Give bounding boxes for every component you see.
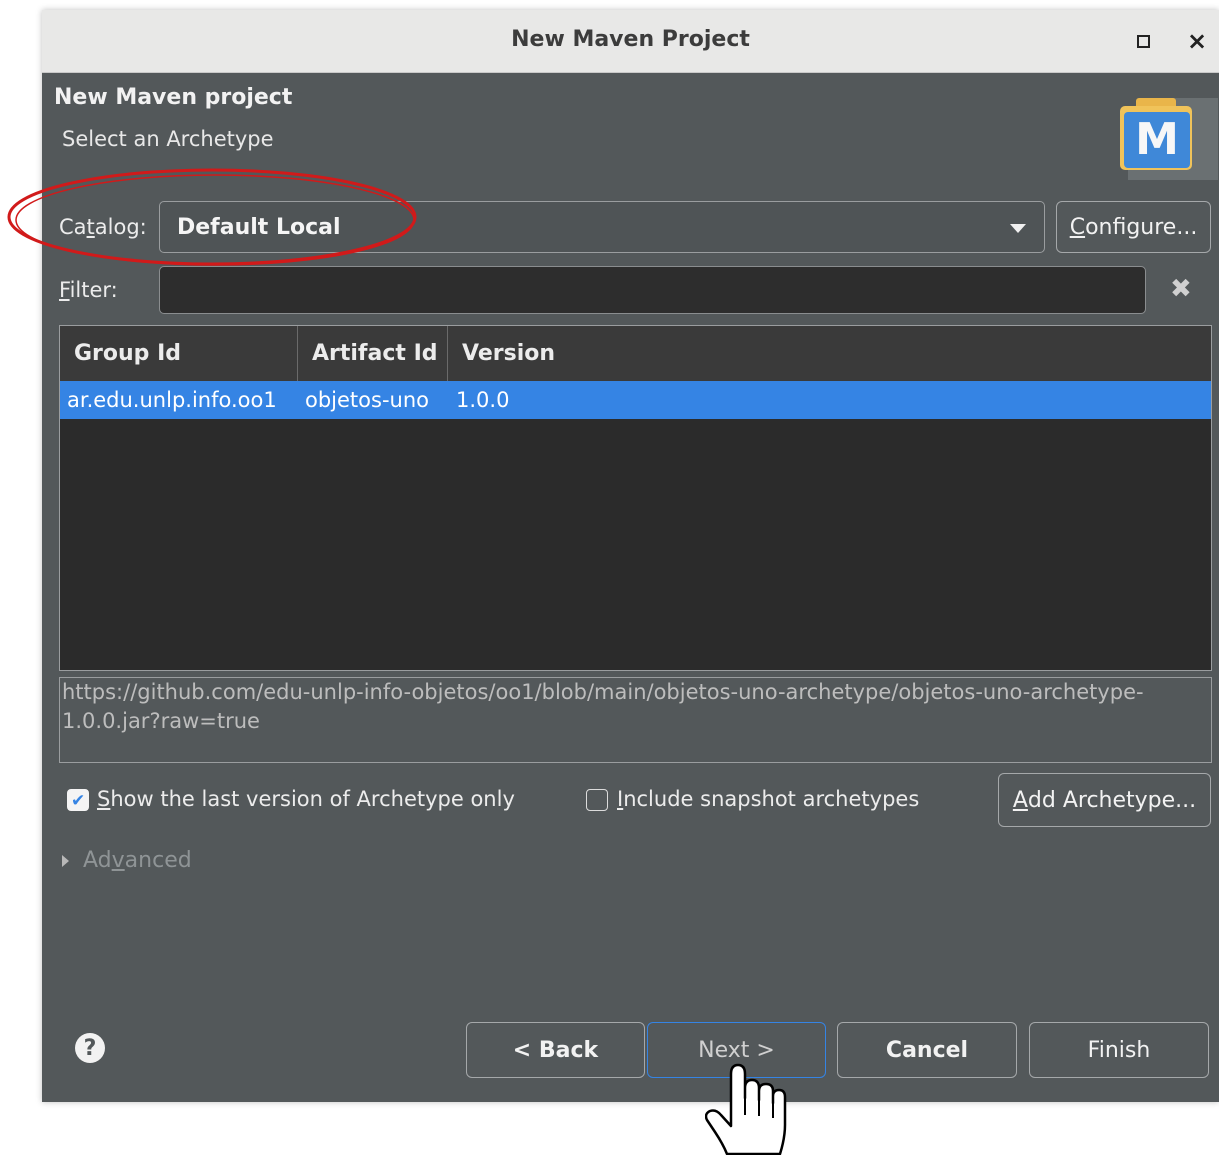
close-button[interactable]: × [1180,24,1214,58]
show-last-version-label[interactable]: Show the last version of Archetype only [97,787,515,811]
add-archetype-button[interactable]: Add Archetype... [998,773,1211,827]
configure-button[interactable]: Configure... [1056,201,1211,253]
filter-label: Filter: [59,278,118,302]
chevron-down-icon [1010,224,1026,233]
window-title: New Maven Project [511,27,750,52]
maven-icon: M [1120,98,1218,180]
maximize-icon [1136,34,1150,48]
page-subtitle: Select an Archetype [62,127,274,151]
advanced-toggle[interactable]: Advanced [83,848,192,873]
filter-input[interactable] [159,266,1146,314]
cell-group-id: ar.edu.unlp.info.oo1 [67,388,277,412]
archetype-description: https://github.com/edu-unlp-info-objetos… [59,677,1212,763]
title-bar[interactable]: New Maven Project × [42,10,1219,73]
chevron-right-icon[interactable] [62,855,69,867]
include-snapshot-label[interactable]: Include snapshot archetypes [617,787,919,811]
hand-cursor-icon [705,1063,787,1155]
cancel-button[interactable]: Cancel [837,1022,1017,1078]
table-row[interactable]: ar.edu.unlp.info.oo1 objetos-uno 1.0.0 [60,381,1211,419]
svg-text:M: M [1135,114,1179,165]
help-icon[interactable]: ? [75,1033,105,1063]
finish-button[interactable]: Finish [1029,1022,1209,1078]
column-header-version[interactable]: Version [448,326,1211,381]
checkmark-icon: ✔ [71,791,86,811]
maximize-button[interactable] [1126,24,1160,58]
column-header-group-id[interactable]: Group Id [60,326,298,381]
clear-icon[interactable]: ✖ [1170,274,1192,304]
cell-artifact-id: objetos-uno [305,388,430,412]
page-title: New Maven project [54,85,293,110]
annotation-ellipse [7,168,417,266]
back-button[interactable]: < Back [466,1022,645,1078]
column-header-artifact-id[interactable]: Artifact Id [298,326,448,381]
include-snapshot-checkbox[interactable] [586,789,608,811]
close-icon: × [1186,27,1208,55]
cell-version: 1.0.0 [456,388,510,412]
table-header: Group Id Artifact Id Version [60,326,1211,382]
archetype-table[interactable]: Group Id Artifact Id Version ar.edu.unlp… [59,325,1212,671]
show-last-version-checkbox[interactable]: ✔ [67,789,89,811]
